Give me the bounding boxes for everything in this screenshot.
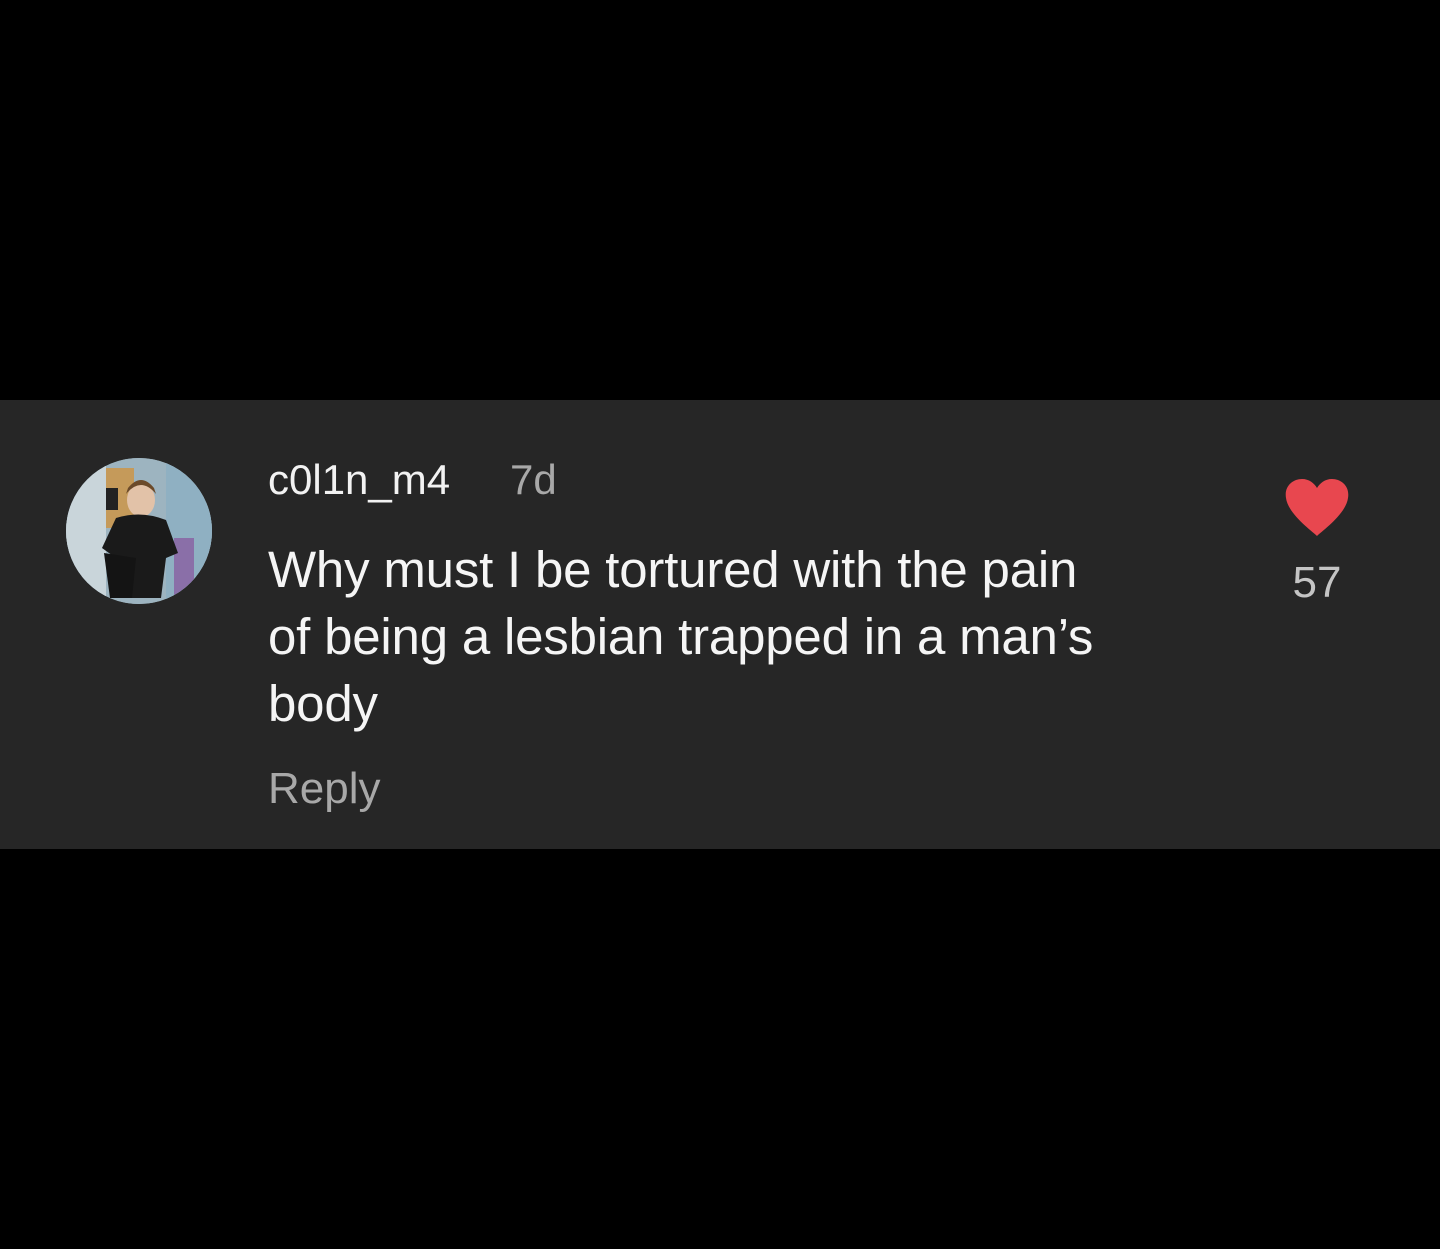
comment-text-line: Why must I be tortured with the pain [268,541,1078,598]
like-count: 57 [1292,558,1342,607]
reply-button[interactable]: Reply [268,763,381,815]
comment-text-line: body [268,675,378,732]
comment-text-line: of being a lesbian trapped in a man’s [268,608,1094,665]
page: c0l1n_m4 7d Why must I be tortured with … [0,0,1440,1249]
timestamp: 7d [510,456,557,503]
username[interactable]: c0l1n_m4 [268,456,450,504]
comment-text: Why must I be tortured with the pain of … [268,536,1228,737]
avatar[interactable] [66,458,212,604]
heart-icon[interactable] [1284,478,1350,538]
